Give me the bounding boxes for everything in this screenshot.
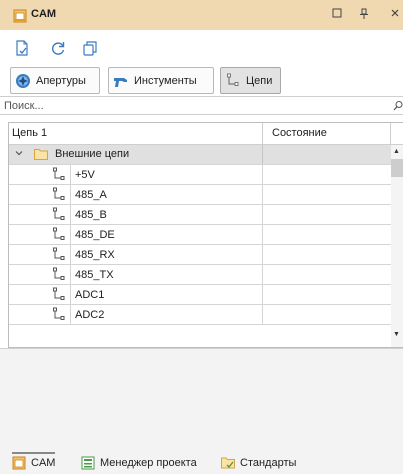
- square-icon: [332, 8, 342, 18]
- net-cell-wrap: ADC1: [9, 285, 263, 304]
- cam-app-icon: [13, 9, 27, 23]
- tools-mode-label: Инстументы: [134, 74, 197, 87]
- tab-project-manager[interactable]: Менеджер проекта: [81, 452, 197, 474]
- net-cell-wrap: ADC2: [9, 305, 263, 324]
- grid-rows: Внешние цепи +5V 485_A 485_B 485_DE 485_…: [9, 145, 391, 325]
- net-icon: [53, 307, 65, 320]
- refresh-button[interactable]: [50, 40, 66, 56]
- toolbar: [0, 30, 403, 64]
- net-cell-wrap: 485_TX: [9, 265, 263, 284]
- state-cell: [263, 265, 391, 284]
- net-row[interactable]: 485_TX: [9, 265, 391, 285]
- copy-icon: [83, 41, 97, 56]
- net-label: 485_RX: [75, 249, 115, 261]
- new-file-button[interactable]: [14, 40, 30, 56]
- state-cell: [263, 165, 391, 184]
- net-row[interactable]: 485_DE: [9, 225, 391, 245]
- nets-mode-button[interactable]: Цепи: [220, 67, 281, 94]
- cam-tab-icon: [12, 456, 26, 470]
- details-panel: [0, 348, 403, 452]
- tab-standards-label: Стандарты: [240, 457, 297, 469]
- state-cell: [263, 305, 391, 324]
- vertical-scrollbar[interactable]: ▲ ▼: [391, 145, 403, 347]
- refresh-icon: [52, 42, 65, 55]
- scroll-down-icon[interactable]: ▼: [393, 331, 400, 338]
- net-icon: [53, 187, 65, 200]
- scroll-up-icon[interactable]: ▲: [393, 148, 400, 155]
- group-row[interactable]: Внешние цепи: [9, 145, 391, 165]
- apertures-mode-button[interactable]: Апертуры: [10, 67, 100, 94]
- nets-mode-label: Цепи: [246, 74, 273, 87]
- title-bar: CAM: [0, 0, 403, 30]
- net-icon: [53, 167, 65, 180]
- net-row[interactable]: ADC2: [9, 305, 391, 325]
- nets-grid: Цепь 1 Состояние Внешние цепи +5V 485_A …: [8, 122, 403, 348]
- net-label: 485_DE: [75, 229, 115, 241]
- mode-bar: Апертуры Инстументы Цепи: [0, 64, 403, 97]
- net-label: +5V: [75, 169, 95, 181]
- grid-header: Цепь 1 Состояние: [9, 123, 403, 145]
- aperture-icon: [16, 73, 30, 88]
- net-cell-wrap: 485_DE: [9, 225, 263, 244]
- tab-cam[interactable]: CAM: [12, 452, 56, 474]
- net-row[interactable]: 485_B: [9, 205, 391, 225]
- pin-icon: [360, 8, 368, 19]
- state-cell: [263, 245, 391, 264]
- apertures-mode-label: Апертуры: [36, 74, 86, 87]
- tab-project-manager-label: Менеджер проекта: [100, 457, 197, 469]
- pin-button[interactable]: [357, 8, 371, 22]
- net-label: 485_A: [75, 189, 107, 201]
- drill-icon: [114, 77, 127, 87]
- file-add-icon: [16, 40, 28, 56]
- net-label: 485_B: [75, 209, 107, 221]
- folder-icon: [34, 149, 48, 160]
- close-icon: [391, 9, 399, 17]
- close-button[interactable]: [388, 8, 402, 22]
- maximize-button[interactable]: [330, 8, 344, 22]
- state-cell: [263, 225, 391, 244]
- state-cell: [263, 205, 391, 224]
- group-label: Внешние цепи: [55, 148, 130, 160]
- state-cell: [263, 145, 391, 164]
- net-cell: [70, 165, 263, 184]
- search-icon[interactable]: [393, 100, 403, 112]
- search-input[interactable]: [2, 97, 387, 114]
- net-cell-wrap: 485_A: [9, 185, 263, 204]
- net-row[interactable]: +5V: [9, 165, 391, 185]
- column-header-net[interactable]: Цепь 1: [9, 123, 263, 144]
- net-icon: [53, 267, 65, 280]
- copy-button[interactable]: [82, 40, 98, 56]
- column-header-state[interactable]: Состояние: [263, 123, 391, 144]
- net-row[interactable]: 485_A: [9, 185, 391, 205]
- chevron-down-icon[interactable]: [15, 148, 25, 160]
- scroll-thumb[interactable]: [391, 159, 403, 177]
- net-icon: [227, 73, 239, 86]
- net-cell-wrap: +5V: [9, 165, 263, 184]
- project-manager-icon: [81, 456, 95, 470]
- net-cell-wrap: 485_RX: [9, 245, 263, 264]
- search-bar: [0, 97, 403, 115]
- state-cell: [263, 285, 391, 304]
- net-icon: [53, 287, 65, 300]
- net-label: ADC1: [75, 289, 105, 301]
- group-cell: Внешние цепи: [9, 145, 263, 164]
- net-label: ADC2: [75, 309, 105, 321]
- bottom-tabs: CAM Менеджер проекта Стандарты: [0, 452, 403, 474]
- net-icon: [53, 207, 65, 220]
- net-icon: [53, 227, 65, 240]
- tab-standards[interactable]: Стандарты: [221, 452, 296, 474]
- net-row[interactable]: ADC1: [9, 285, 391, 305]
- state-cell: [263, 185, 391, 204]
- net-icon: [53, 247, 65, 260]
- tools-mode-button[interactable]: Инстументы: [108, 67, 214, 94]
- tab-cam-label: CAM: [31, 457, 56, 469]
- window-title: CAM: [31, 8, 57, 20]
- net-label: 485_TX: [75, 269, 114, 281]
- net-cell-wrap: 485_B: [9, 205, 263, 224]
- standards-icon: [221, 457, 235, 469]
- net-row[interactable]: 485_RX: [9, 245, 391, 265]
